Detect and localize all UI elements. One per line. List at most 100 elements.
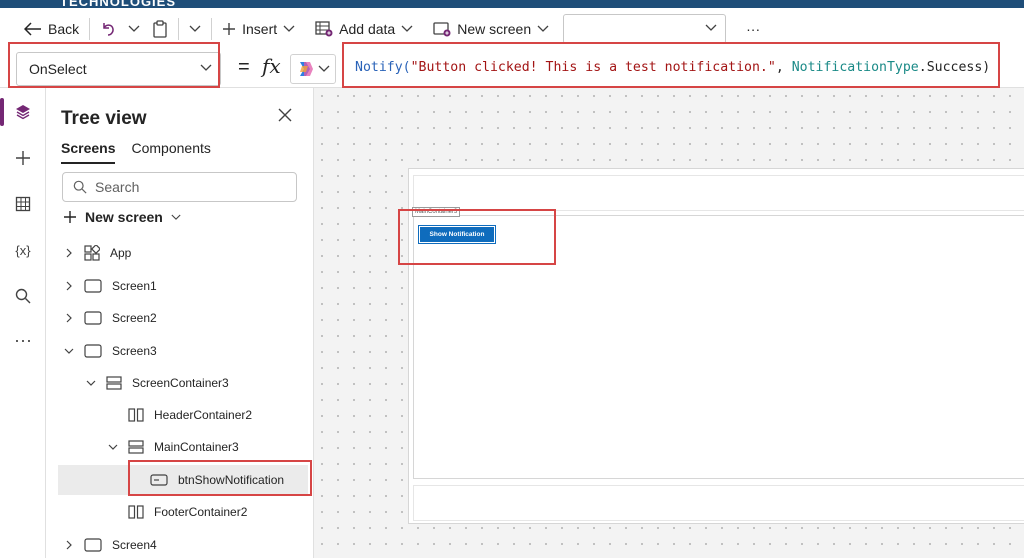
ellipsis-icon: ··· [14,329,32,350]
tree-search-input[interactable]: Search [62,172,297,202]
tree-node-screencontainer3[interactable]: ScreenContainer3 [86,368,229,398]
screen-selector-dropdown[interactable] [563,14,727,44]
chevron-right-icon [66,281,72,291]
layers-icon [16,105,30,120]
tree-node-label: Screen1 [112,279,157,293]
left-rail: {x} ··· [0,88,46,558]
search-rail-button[interactable] [0,278,46,314]
tree-tabs: Screens Components [61,140,211,164]
screen-icon [84,279,102,293]
horizontal-container-icon [128,505,144,519]
tree-view-panel: Tree view Screens Components Search New … [46,88,314,558]
tree-node-app[interactable]: App [64,238,131,268]
new-screen-tree-label: New screen [85,209,163,225]
arrow-left-icon [24,22,41,36]
app-banner: TECHNOLOGIES [0,0,1024,8]
tree-node-screen2[interactable]: Screen2 [64,303,157,333]
screen-icon [84,344,102,358]
more-label: ··· [746,21,761,37]
highlight-box [8,42,220,88]
search-placeholder: Search [95,179,140,195]
tree-node-screen4[interactable]: Screen4 [64,530,157,560]
close-icon [278,108,292,122]
tree-node-label: Screen3 [112,344,157,358]
more-rail-button[interactable]: ··· [0,322,46,358]
highlight-box [128,460,312,496]
insert-button[interactable]: Insert [216,14,301,44]
fx-icon: fx [262,54,281,78]
tree-node-footercontainer2[interactable]: FooterContainer2 [128,497,247,527]
plus-icon [64,211,76,223]
screen-icon [84,538,102,552]
add-data-label: Add data [339,21,396,37]
tab-screens[interactable]: Screens [61,140,116,164]
search-icon [15,288,31,304]
paste-dropdown-button[interactable] [183,14,207,44]
clipboard-icon [153,20,167,38]
close-panel-button[interactable] [278,108,292,127]
tree-node-label: HeaderContainer2 [154,408,253,422]
horizontal-container-icon [128,408,144,422]
insert-rail-button[interactable] [0,140,46,176]
chevron-down-icon [537,25,549,32]
vertical-container-icon [106,376,122,390]
data-rail-button[interactable] [0,186,46,222]
tree-node-label: ScreenContainer3 [132,376,229,390]
undo-dropdown-button[interactable] [122,14,146,44]
chevron-down-icon [108,444,118,450]
toolbar-divider [211,18,213,40]
tree-node-label: FooterContainer2 [154,505,248,519]
tree-node-screen1[interactable]: Screen1 [64,271,157,301]
chevron-right-icon [66,313,72,323]
vertical-container-icon [128,440,144,454]
chevron-down-icon [171,214,181,220]
undo-icon [103,23,114,36]
back-button[interactable]: Back [18,14,85,44]
equals-sign: = [238,56,250,78]
tree-node-headercontainer2[interactable]: HeaderContainer2 [128,400,252,430]
copilot-icon [300,62,313,76]
tree-view-rail-button[interactable] [0,94,46,130]
variables-icon: {x} [15,242,31,258]
new-screen-label: New screen [457,21,532,37]
tree-node-label: Screen2 [112,311,157,325]
new-screen-icon [433,22,451,37]
undo-button[interactable] [94,14,122,44]
highlight-box [342,42,1000,88]
design-canvas[interactable]: MainContainer3 Show Notification [314,88,1024,558]
toolbar-divider [178,18,180,40]
screen-icon [84,311,102,325]
panel-title: Tree view [61,108,147,129]
tree-node-label: MainContainer3 [154,440,239,454]
new-screen-button[interactable]: New screen [427,14,555,44]
chevron-down-icon [283,25,295,32]
tree-node-screen3[interactable]: Screen3 [64,336,157,366]
search-icon [73,180,87,194]
paste-button[interactable] [146,14,174,44]
variables-rail-button[interactable]: {x} [0,232,46,268]
add-data-button[interactable]: Add data [309,14,419,44]
copilot-button[interactable] [290,54,336,84]
toolbar-divider [89,18,91,40]
chevron-down-icon [128,25,140,32]
chevron-right-icon [66,540,72,550]
table-icon [15,196,31,212]
plus-icon [223,23,236,35]
tab-components[interactable]: Components [131,140,210,164]
header-container-preview[interactable] [413,175,1024,211]
insert-label: Insert [242,21,278,37]
chevron-down-icon [318,65,330,72]
app-banner-text: TECHNOLOGIES [60,0,177,8]
more-commands-button[interactable]: ··· [740,14,766,44]
new-screen-tree-button[interactable]: New screen [63,209,181,225]
tree-node-label: Screen4 [112,538,157,552]
chevron-down-icon [86,380,96,386]
app-icon [84,245,100,261]
chevron-down-icon [401,25,413,32]
plus-icon [16,151,30,165]
back-label: Back [48,21,80,37]
formula-bar: OnSelect = fx Notify("Button clicked! Th… [0,42,1024,88]
tree-node-maincontainer3[interactable]: MainContainer3 [108,432,239,462]
table-add-icon [315,21,333,37]
footer-container-preview[interactable] [413,485,1024,521]
